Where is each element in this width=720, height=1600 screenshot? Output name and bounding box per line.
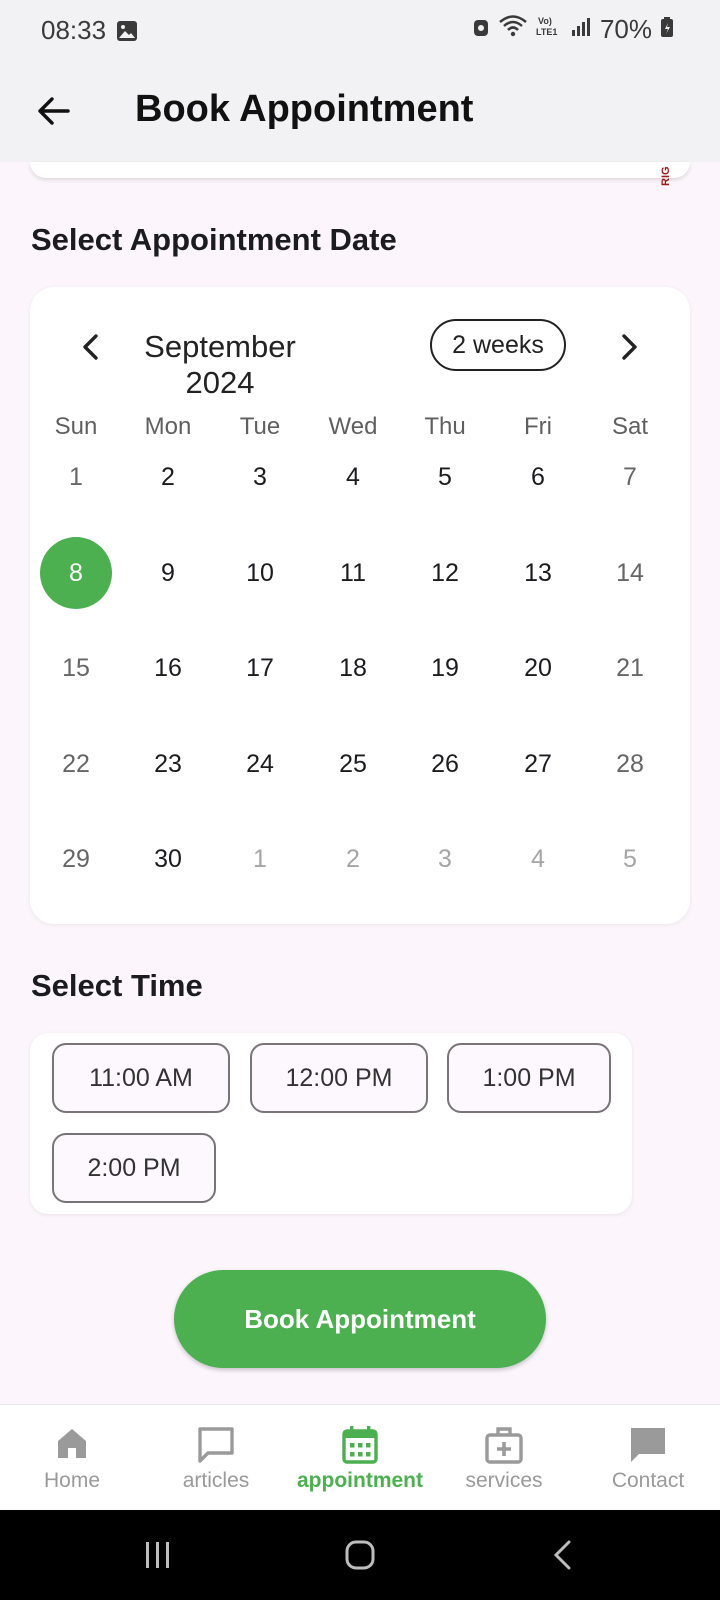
home-system-button[interactable] [330, 1532, 390, 1578]
nav-item-articles[interactable]: articles [144, 1405, 288, 1511]
weekday-label: Sat [611, 413, 649, 440]
calendar-day[interactable]: 18 [317, 632, 389, 704]
calendar-day[interactable]: 10 [224, 537, 296, 609]
banner-card [30, 162, 690, 178]
back-system-button[interactable] [532, 1532, 592, 1578]
chevron-right-icon [622, 334, 637, 360]
calendar-day[interactable]: 4 [317, 441, 389, 513]
calendar-day[interactable]: 14 [594, 537, 666, 609]
book-appointment-button[interactable]: Book Appointment [174, 1270, 546, 1368]
calendar-day[interactable]: 29 [40, 823, 112, 895]
calendar-day[interactable]: 3 [224, 441, 296, 513]
system-navigation-bar [0, 1510, 720, 1600]
arrow-left-icon [38, 97, 70, 125]
calendar-day[interactable]: 5 [409, 441, 481, 513]
calendar-day-outside: 2 [346, 844, 360, 873]
calendar-day[interactable]: 2 [132, 441, 204, 513]
back-chevron-icon [553, 1540, 571, 1570]
calendar-day-outside: 1 [253, 844, 267, 873]
nav-label: Home [43, 1469, 101, 1492]
nav-label: articles [182, 1469, 250, 1492]
chat-bubble-icon [196, 1425, 236, 1470]
nav-label: services [465, 1469, 543, 1492]
nav-item-contact[interactable]: Contact [576, 1405, 720, 1511]
calendar-header: September 2024 2 weeks [30, 319, 690, 400]
calendar-day[interactable]: 11 [317, 537, 389, 609]
svg-text:Vo): Vo) [538, 16, 552, 26]
nav-label: appointment [297, 1469, 423, 1492]
calendar-day[interactable]: 20 [502, 632, 574, 704]
volte-icon: Vo) LTE1 [536, 14, 562, 45]
calendar-day[interactable]: 7 [594, 441, 666, 513]
previous-month-button[interactable] [70, 327, 110, 367]
battery-percent: 70% [599, 14, 652, 44]
calendar-day[interactable]: 12 [409, 537, 481, 609]
calendar-day[interactable]: 13 [502, 537, 574, 609]
calendar-day[interactable]: 27 [502, 728, 574, 800]
weekday-label: Mon [144, 413, 192, 440]
calendar-day[interactable]: 22 [40, 728, 112, 800]
calendar-day[interactable]: 28 [594, 728, 666, 800]
app-bar: Book Appointment [0, 58, 720, 162]
home-circle-icon [345, 1540, 375, 1570]
time-slot-card: 11:00 AM 12:00 PM 1:00 PM 2:00 PM [30, 1033, 632, 1214]
time-slot-chip[interactable]: 12:00 PM [250, 1043, 428, 1113]
calendar-day[interactable]: 9 [132, 537, 204, 609]
calendar-icon [341, 1425, 379, 1470]
time-section-title: Select Time [31, 968, 203, 1003]
calendar-day[interactable]: 16 [132, 632, 204, 704]
status-bar: 08:33 Vo) LTE1 70% [0, 0, 720, 58]
calendar: September 2024 2 weeks Sun Mon Tue Wed Thu Fr… [30, 287, 690, 924]
recents-button[interactable] [128, 1532, 188, 1578]
home-icon [54, 1425, 90, 1466]
nav-item-appointment[interactable]: appointment [288, 1405, 432, 1511]
calendar-day[interactable]: 23 [132, 728, 204, 800]
time-slot-chip[interactable]: 11:00 AM [52, 1043, 230, 1113]
calendar-day-outside: 4 [531, 844, 545, 873]
bottom-navigation: Home articles appointment services Conta… [0, 1404, 720, 1511]
weekday-label: Tue [239, 413, 281, 440]
date-section-title: Select Appointment Date [31, 222, 397, 257]
weekday-label: Fri [524, 413, 552, 440]
message-icon [628, 1425, 668, 1470]
calendar-day-selected[interactable]: 8 [40, 537, 112, 609]
calendar-month-label[interactable]: September 2024 [120, 329, 320, 401]
weekday-label: Sun [54, 413, 98, 440]
wifi-icon [498, 14, 528, 45]
calendar-day[interactable]: 15 [40, 632, 112, 704]
calendar-day-outside: 5 [623, 844, 637, 873]
svg-text:LTE1: LTE1 [536, 27, 557, 37]
calendar-day-outside: 3 [438, 844, 452, 873]
weekday-label: Wed [328, 413, 378, 440]
calendar-day[interactable]: 26 [409, 728, 481, 800]
time-slot-chip[interactable]: 2:00 PM [52, 1133, 216, 1203]
weekday-label: Thu [424, 413, 466, 440]
calendar-day[interactable]: 30 [132, 823, 204, 895]
nav-item-services[interactable]: services [432, 1405, 576, 1511]
gallery-icon [116, 18, 138, 49]
calendar-day[interactable]: 6 [502, 441, 574, 513]
alarm-lock-icon [472, 14, 490, 45]
medical-kit-icon [484, 1425, 524, 1470]
calendar-day[interactable]: 21 [594, 632, 666, 704]
nav-label: Contact [611, 1469, 685, 1492]
page-title: Book Appointment [135, 88, 474, 130]
back-button[interactable] [28, 86, 78, 136]
calendar-day[interactable]: 1 [40, 441, 112, 513]
battery-icon [660, 14, 674, 45]
status-time: 08:33 [41, 15, 107, 45]
chevron-left-icon [83, 334, 98, 360]
next-month-button[interactable] [610, 327, 650, 367]
calendar-day[interactable]: 25 [317, 728, 389, 800]
banner-label: RIG [660, 166, 672, 186]
calendar-format-button[interactable]: 2 weeks [430, 319, 566, 371]
time-slot-chip[interactable]: 1:00 PM [447, 1043, 611, 1113]
calendar-day[interactable]: 19 [409, 632, 481, 704]
recents-icon [146, 1542, 169, 1568]
calendar-day[interactable]: 24 [224, 728, 296, 800]
nav-item-home[interactable]: Home [0, 1405, 144, 1511]
signal-icon [570, 14, 592, 45]
status-icons: Vo) LTE1 70% [472, 14, 674, 45]
calendar-day[interactable]: 17 [224, 632, 296, 704]
